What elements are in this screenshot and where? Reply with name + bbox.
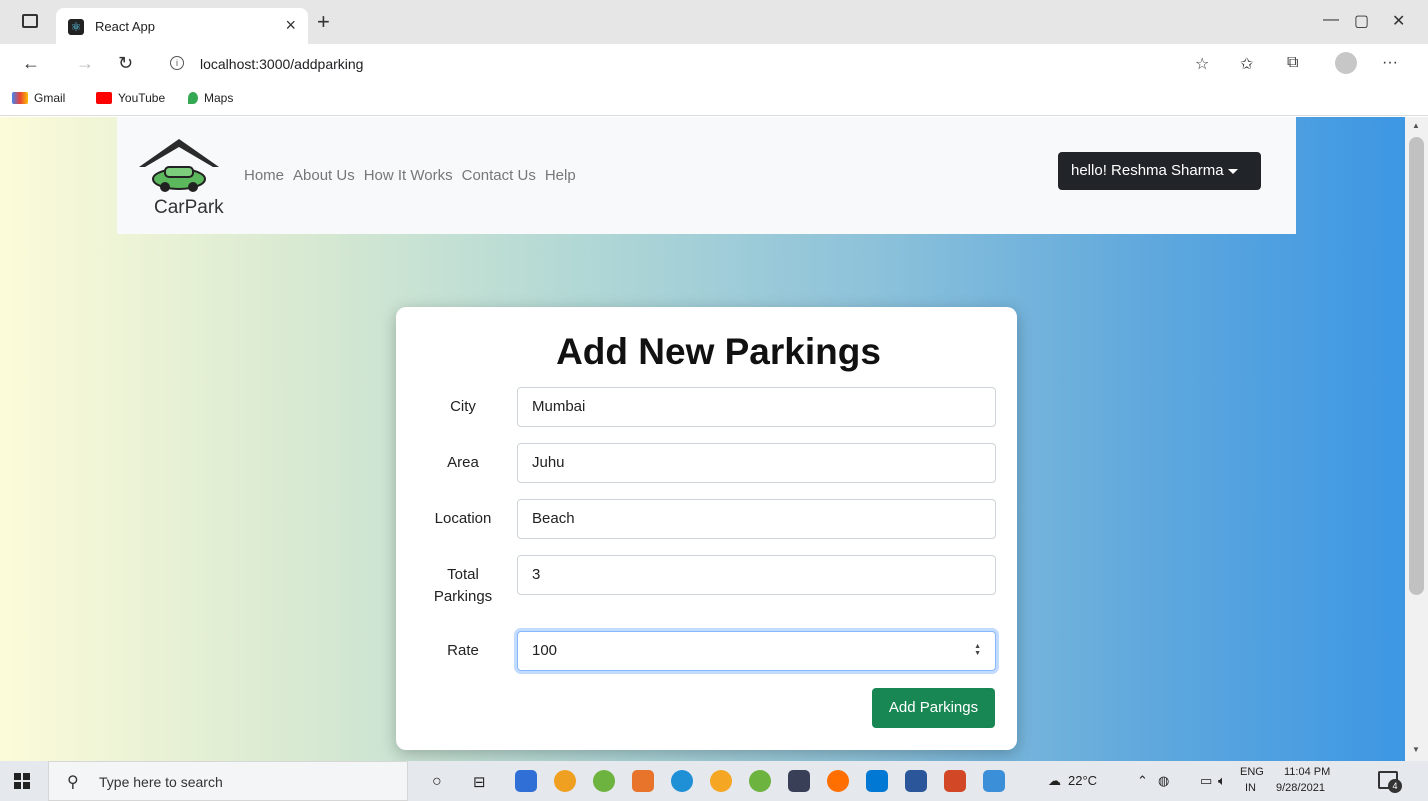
total-parkings-label: Total Parkings — [433, 566, 493, 605]
total-parkings-input[interactable]: 3 — [517, 555, 996, 595]
rate-label: Rate — [447, 642, 479, 659]
volume-icon[interactable]: 🔈︎ — [1218, 773, 1226, 789]
edge-icon[interactable] — [671, 770, 693, 792]
region-indicator[interactable]: IN — [1245, 782, 1256, 794]
tab-close-icon[interactable]: × — [285, 15, 296, 36]
bookmark-label: YouTube — [118, 91, 166, 105]
area-input[interactable]: Juhu — [517, 443, 996, 483]
scroll-up-icon[interactable]: ▲ — [1412, 121, 1420, 130]
city-input[interactable]: Mumbai — [517, 387, 996, 427]
clock-time[interactable]: 11:04 PM — [1284, 766, 1330, 778]
add-parkings-button[interactable]: Add Parkings — [872, 688, 995, 728]
terminal-icon[interactable] — [788, 770, 810, 792]
user-greeting: hello! Reshma Sharma — [1071, 162, 1224, 179]
close-window-button[interactable]: ✕ — [1392, 11, 1405, 31]
notification-center-icon[interactable]: 4 — [1378, 771, 1402, 793]
add-parking-card: Add New Parkings City Mumbai Area Juhu L… — [396, 307, 1017, 750]
bookmark-label: Gmail — [34, 91, 66, 105]
minimize-button[interactable]: — — [1323, 11, 1339, 29]
tab-title: React App — [95, 19, 155, 34]
windows-start-icon[interactable] — [14, 773, 30, 789]
restore-button[interactable]: ▢ — [1354, 11, 1369, 31]
search-icon: ⚲ — [67, 774, 79, 791]
network-icon[interactable]: ◍ — [1158, 773, 1169, 789]
address-bar-row: ← → ↻ i localhost:3000/addparking ☆ ✩ ⧉ … — [0, 44, 1428, 84]
nav-link-how-it-works[interactable]: How It Works — [364, 167, 453, 184]
location-label: Location — [434, 510, 492, 527]
nav-links: Home About Us How It Works Contact Us He… — [244, 167, 585, 184]
language-indicator[interactable]: ENG — [1240, 766, 1264, 778]
youtube-icon — [96, 92, 112, 104]
city-label: City — [450, 398, 476, 415]
cortana-icon[interactable]: ○ — [432, 773, 442, 791]
caret-down-icon — [1227, 168, 1238, 174]
bookmark-youtube[interactable]: YouTube — [96, 91, 165, 105]
spring-icon[interactable] — [749, 770, 771, 792]
site-info-icon[interactable]: i — [170, 56, 184, 70]
more-menu-icon[interactable]: ··· — [1382, 54, 1398, 72]
favorites-icon[interactable]: ✩ — [1240, 54, 1253, 74]
task-view-icon[interactable]: ⊟ — [473, 773, 486, 791]
scroll-down-icon[interactable]: ▼ — [1412, 745, 1420, 754]
nav-link-home[interactable]: Home — [244, 167, 284, 184]
search-placeholder: Type here to search — [99, 774, 223, 790]
vscode-icon[interactable] — [866, 770, 888, 792]
nav-link-help[interactable]: Help — [545, 167, 576, 184]
back-arrow-icon[interactable]: ← — [22, 53, 40, 74]
page-scrollbar[interactable]: ▲ ▼ — [1405, 117, 1428, 761]
react-favicon-icon: ⚛ — [68, 19, 84, 35]
logo-text: CarPark — [154, 197, 224, 218]
taskbar-search[interactable]: ⚲ Type here to search — [48, 761, 408, 801]
gmail-icon — [12, 92, 28, 104]
new-tab-button[interactable]: + — [317, 9, 330, 35]
carpark-logo[interactable]: CarPark — [129, 127, 229, 225]
location-input[interactable]: Beach — [517, 499, 996, 539]
forward-arrow-icon[interactable]: → — [76, 53, 94, 74]
app-icon[interactable] — [632, 770, 654, 792]
add-favorite-icon[interactable]: ☆ — [1195, 54, 1209, 74]
tab-actions-icon[interactable] — [22, 14, 38, 28]
bookmarks-bar: Gmail YouTube Maps — [0, 84, 1428, 116]
url-text[interactable]: localhost:3000/addparking — [200, 56, 363, 72]
weather-icon[interactable]: ☁ — [1048, 773, 1061, 789]
powerpoint-icon[interactable] — [944, 770, 966, 792]
scroll-thumb[interactable] — [1409, 137, 1424, 595]
refresh-icon[interactable]: ↻ — [118, 53, 133, 74]
rate-input[interactable]: 100 ▲ ▼ — [517, 631, 996, 671]
nav-link-contact[interactable]: Contact Us — [462, 167, 536, 184]
area-label: Area — [447, 454, 479, 471]
number-stepper-icon[interactable]: ▲ ▼ — [974, 643, 981, 657]
browser-tab-bar: ⚛ React App × + — ▢ ✕ — [0, 0, 1428, 44]
notification-count-badge: 4 — [1388, 779, 1402, 793]
bookmark-label: Maps — [204, 91, 234, 105]
weather-temp[interactable]: 22°C — [1068, 773, 1097, 788]
file-explorer-icon[interactable] — [515, 770, 537, 792]
collections-icon[interactable]: ⧉ — [1287, 54, 1298, 72]
word-icon[interactable] — [905, 770, 927, 792]
windows-taskbar: ⚲ Type here to search ○ ⊟ ☁ 22°C ⌃ ◍ ▭ 🔈… — [0, 761, 1428, 801]
rate-value: 100 — [532, 642, 558, 659]
page-title: Add New Parkings — [556, 331, 881, 372]
profile-avatar-icon[interactable] — [1335, 52, 1357, 74]
address-bar[interactable]: i localhost:3000/addparking — [156, 50, 1220, 78]
spring-tool-icon[interactable] — [593, 770, 615, 792]
chrome-canary-icon[interactable] — [710, 770, 732, 792]
car-roof-icon — [139, 139, 219, 192]
bookmark-gmail[interactable]: Gmail — [12, 91, 65, 105]
page-viewport: CarPark Home About Us How It Works Conta… — [0, 117, 1405, 761]
browser-tab[interactable]: ⚛ React App × — [56, 8, 308, 44]
bookmark-maps[interactable]: Maps — [188, 91, 233, 105]
show-hidden-icons-icon[interactable]: ⌃ — [1137, 773, 1148, 789]
site-navbar: CarPark Home About Us How It Works Conta… — [117, 117, 1296, 234]
user-dropdown-button[interactable]: hello! Reshma Sharma — [1058, 152, 1261, 190]
chrome-icon[interactable] — [554, 770, 576, 792]
battery-icon[interactable]: ▭ — [1200, 773, 1212, 789]
nav-link-about[interactable]: About Us — [293, 167, 355, 184]
clock-date[interactable]: 9/28/2021 — [1276, 782, 1325, 794]
maps-pin-icon — [188, 92, 198, 104]
photos-icon[interactable] — [983, 770, 1005, 792]
firefox-icon[interactable] — [827, 770, 849, 792]
